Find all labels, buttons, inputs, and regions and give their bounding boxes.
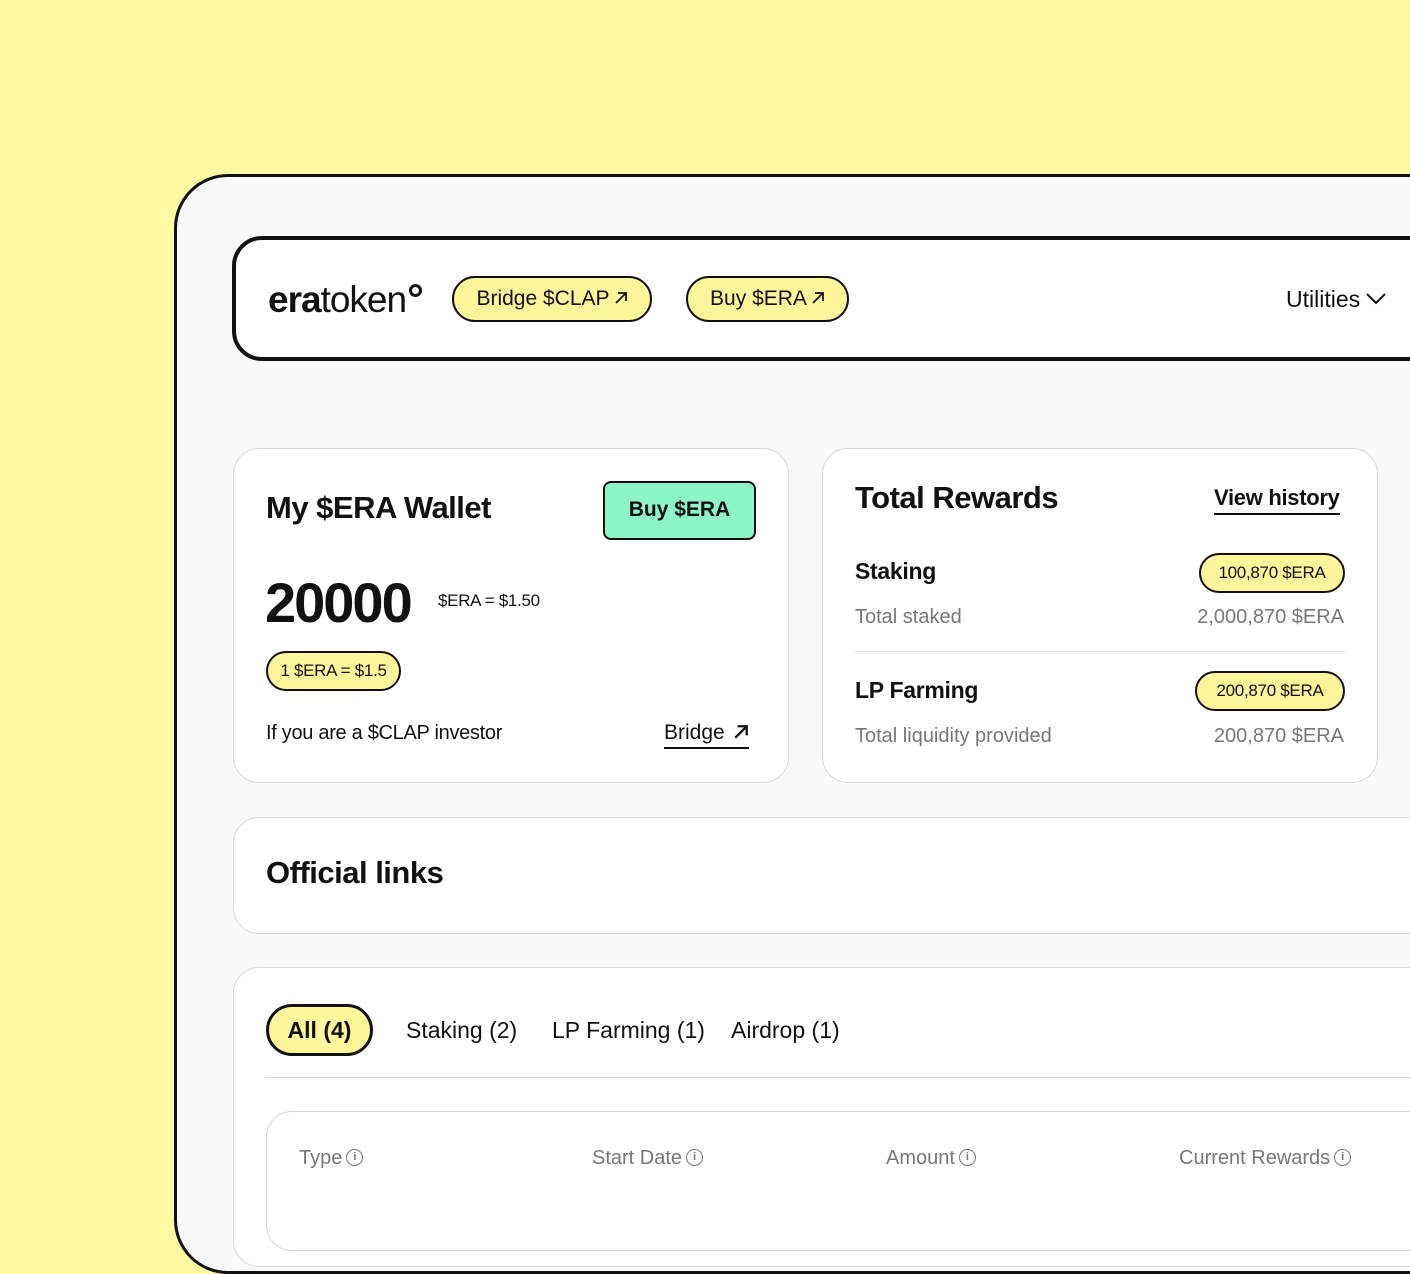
total-staked-label: Total staked: [855, 606, 962, 628]
wallet-title: My $ERA Wallet: [266, 490, 491, 525]
rewards-divider: [855, 651, 1345, 652]
chevron-down-icon: [1366, 293, 1386, 305]
bridge-link-label: Bridge: [664, 721, 725, 744]
tab-lp-farming[interactable]: LP Farming (1): [552, 1014, 705, 1046]
external-arrow-icon: [734, 725, 748, 739]
utilities-menu[interactable]: Utilities: [1286, 282, 1386, 316]
staking-label: Staking: [855, 558, 936, 584]
buy-era-button[interactable]: Buy $ERA: [603, 481, 756, 540]
investor-text: If you are a $CLAP investor: [266, 722, 503, 744]
total-staked-value: 2,000,870 $ERA: [1197, 606, 1344, 628]
info-icon[interactable]: i: [958, 1148, 976, 1166]
logo[interactable]: eratoken: [268, 276, 423, 324]
utilities-label: Utilities: [1286, 286, 1361, 312]
buy-era-nav-label: Buy $ERA: [710, 287, 807, 310]
column-header-start-date[interactable]: Start Date i: [592, 1144, 704, 1172]
positions-table: [266, 1111, 1410, 1251]
external-arrow-icon: [812, 292, 824, 304]
buy-era-nav-button[interactable]: Buy $ERA: [686, 276, 849, 322]
tab-airdrop[interactable]: Airdrop (1): [731, 1014, 840, 1046]
column-header-current-rewards[interactable]: Current Rewards i: [1179, 1144, 1352, 1172]
lp-farming-label: LP Farming: [855, 677, 979, 703]
view-history-link[interactable]: View history: [1214, 485, 1340, 515]
balance-rate-note: $ERA = $1.50: [438, 591, 540, 610]
staking-rewards-badge: 100,870 $ERA: [1199, 553, 1345, 593]
logo-dot-icon: [409, 284, 423, 297]
info-icon[interactable]: i: [1334, 1148, 1352, 1166]
column-header-type[interactable]: Type i: [299, 1144, 364, 1172]
rate-badge: 1 $ERA = $1.5: [266, 651, 401, 691]
app-window: eratoken Bridge $CLAP Buy $ERA Utilities…: [174, 174, 1410, 1274]
liquidity-label: Total liquidity provided: [855, 725, 1052, 747]
external-arrow-icon: [614, 292, 627, 304]
wallet-balance: 20000: [265, 571, 413, 634]
official-links-title: Official links: [266, 855, 444, 890]
liquidity-value: 200,870 $ERA: [1213, 725, 1344, 747]
tabs-divider: [266, 1077, 1410, 1078]
lp-rewards-badge: 200,870 $ERA: [1195, 671, 1345, 711]
info-icon[interactable]: i: [686, 1148, 704, 1166]
bridge-clap-button[interactable]: Bridge $CLAP: [452, 276, 652, 322]
info-icon[interactable]: i: [346, 1148, 364, 1166]
column-header-amount[interactable]: Amount i: [886, 1144, 976, 1172]
tab-all[interactable]: All (4): [266, 1004, 373, 1056]
tab-staking[interactable]: Staking (2): [406, 1014, 517, 1046]
bridge-link[interactable]: Bridge: [664, 721, 749, 749]
rewards-title: Total Rewards: [855, 480, 1059, 515]
bridge-clap-label: Bridge $CLAP: [476, 287, 610, 310]
